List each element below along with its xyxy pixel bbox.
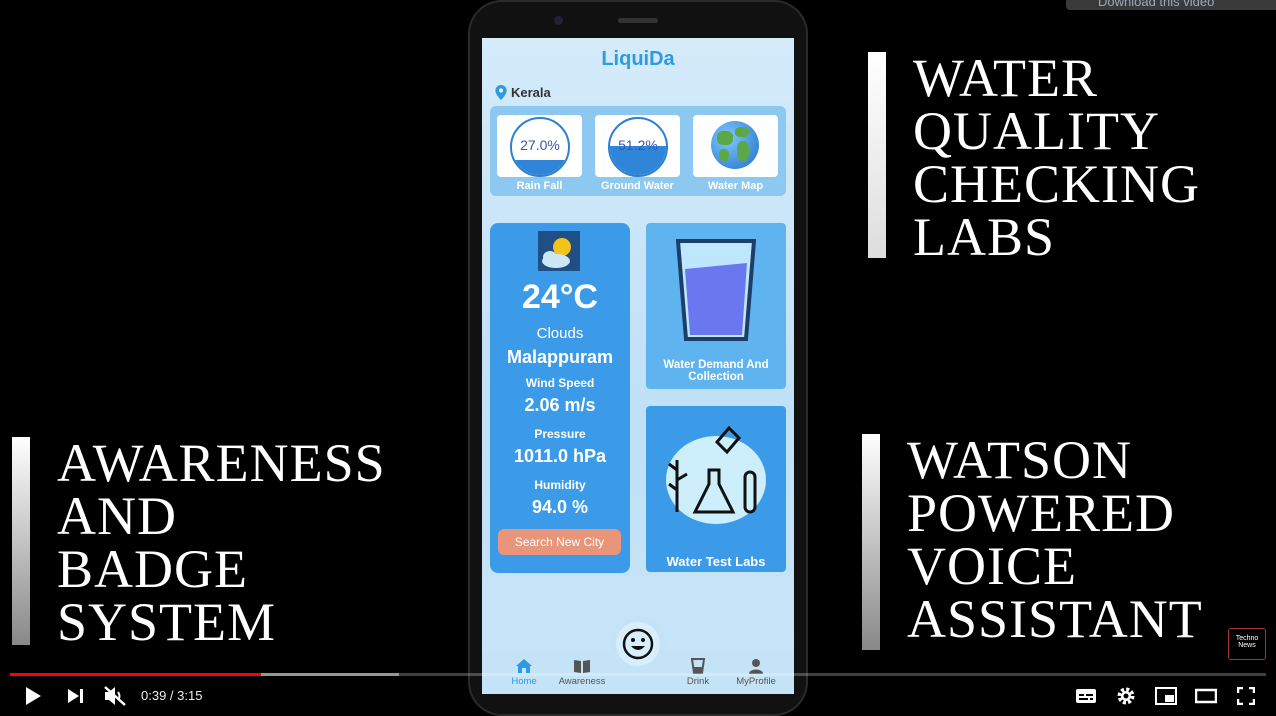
stats-panel: 27.0% Rain Fall 51.2% Ground Water Water… [490,106,786,196]
miniplayer-icon [1155,687,1177,705]
caption-line: LABS [913,207,1056,267]
caption-line: QUALITY [913,101,1160,161]
location-indicator[interactable]: Kerala [495,85,551,100]
fullscreen-button[interactable] [1232,684,1260,708]
gear-icon [1117,687,1135,705]
water-map-tile[interactable] [693,115,778,177]
play-icon [26,687,41,705]
rainfall-tile[interactable]: 27.0% [497,115,582,177]
caption-bar [12,437,30,645]
caption-line: BADGE [57,539,248,599]
water-map-label: Water Map [707,180,764,192]
volume-muted-icon [104,686,126,706]
settings-button[interactable] [1112,684,1140,708]
rainfall-label: Rain Fall [516,180,563,192]
theater-mode-button[interactable] [1192,684,1220,708]
wind-speed-label: Wind Speed [525,376,595,390]
progress-bar[interactable] [10,673,1266,676]
caption-line: ASSISTANT [907,589,1203,649]
video-player-controls: 0:39 / 3:15 [0,668,1276,716]
download-video-button[interactable]: Download this video [1066,0,1276,10]
caption-bar [868,52,886,258]
water-test-labs-label: Water Test Labs [666,554,766,569]
next-button[interactable] [62,684,90,708]
globe-icon [711,121,759,169]
caption-line: AND [57,486,177,546]
theater-icon [1195,688,1217,704]
channel-watermark[interactable]: Techno News [1228,628,1266,660]
lab-flask-icon [666,425,766,524]
partly-cloudy-icon [538,231,580,271]
caption-line: CHECKING [913,154,1200,214]
weather-condition: Clouds [536,325,584,342]
water-glass-icon [676,239,756,341]
caption-line: WATSON [907,430,1133,490]
play-button[interactable] [19,684,47,708]
water-demand-label: Water Demand And Collection [663,359,769,383]
groundwater-gauge: 51.2% [608,117,668,177]
humidity-value: 94.0 % [531,497,589,517]
pressure-label: Pressure [534,427,586,441]
search-new-city-button[interactable]: Search New City [498,529,621,555]
time-display: 0:39 / 3:15 [141,688,203,703]
rainfall-value: 27.0% [520,137,560,153]
progress-played [10,673,262,676]
subtitles-icon [1076,689,1096,703]
miniplayer-button[interactable] [1152,684,1180,708]
temperature: 24°C [522,278,598,316]
groundwater-tile[interactable]: 51.2% [595,115,680,177]
wind-speed-value: 2.06 m/s [524,395,596,415]
caption-watson: WATSON POWERED VOICE ASSISTANT [862,430,1203,650]
rainfall-gauge-fill [512,159,568,175]
watermark-line2: News [1238,642,1256,649]
location-label: Kerala [511,85,551,100]
caption-awareness: AWARENESS AND BADGE SYSTEM [12,433,386,652]
caption-line: POWERED [907,483,1175,543]
location-pin-icon [495,85,507,100]
caption-line: SYSTEM [57,592,277,652]
caption-water-quality: WATER QUALITY CHECKING LABS [868,48,1200,267]
phone-camera [554,16,563,25]
pressure-value: 1011.0 hPa [513,446,607,466]
caption-line: VOICE [907,536,1077,596]
phone-speaker [618,18,658,23]
water-test-labs-card[interactable]: Water Test Labs [646,406,786,572]
smiley-icon [622,628,654,660]
fullscreen-icon [1237,687,1255,705]
subtitles-button[interactable] [1072,684,1100,708]
humidity-label: Humidity [534,478,586,492]
caption-bar [862,434,880,650]
caption-line: AWARENESS [57,433,386,493]
caption-line: WATER [913,48,1098,108]
download-label: Download this video [1098,0,1215,9]
city-name: Malappuram [506,347,614,367]
app-title: LiquiDa [601,48,675,70]
voice-assistant-button[interactable] [610,616,666,672]
water-demand-card[interactable]: Water Demand And Collection [646,223,786,389]
mute-button[interactable] [101,684,129,708]
groundwater-label: Ground Water [601,180,674,192]
rainfall-gauge: 27.0% [510,117,570,177]
app-screen: LiquiDa Kerala 27.0% Rain Fall 51.2% Gro… [482,38,794,694]
groundwater-value: 51.2% [618,137,658,153]
weather-card: 24°C Clouds Malappuram Wind Speed 2.06 m… [490,223,630,573]
next-icon [68,689,83,703]
watermark-line1: Techno [1235,635,1259,642]
